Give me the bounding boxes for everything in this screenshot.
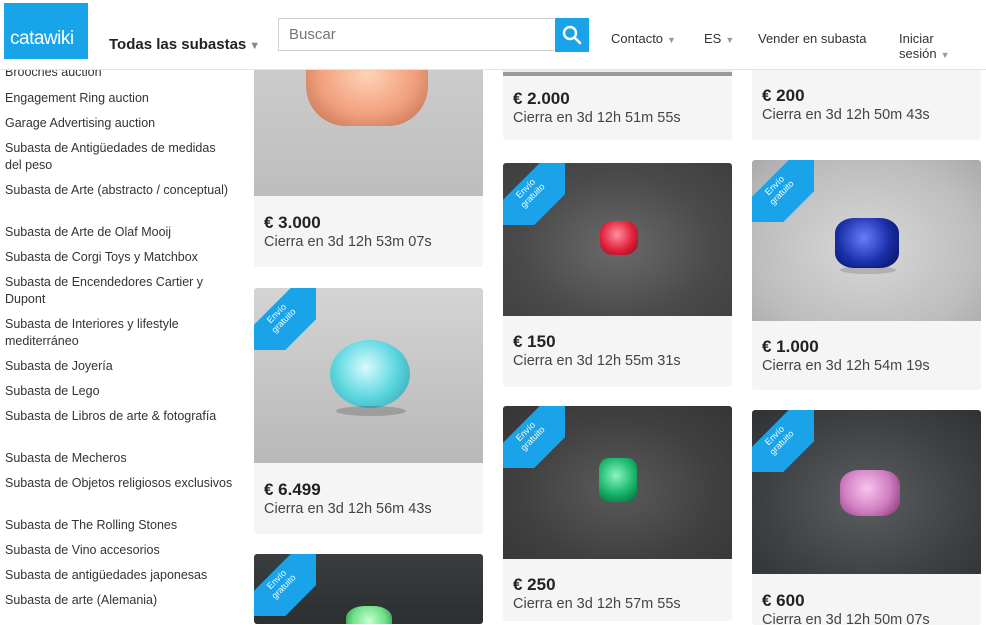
lot-price: € 600 [762, 591, 805, 610]
sidebar-item[interactable]: Engagement Ring auction [5, 90, 235, 107]
chevron-down-icon: ▼ [940, 50, 950, 60]
lot-card[interactable]: Envío gratuito € 600 Cierra en 3d 12h 50m… [752, 410, 981, 625]
search-button[interactable] [555, 18, 589, 52]
nav-sell-label: Vender en subasta [758, 31, 867, 46]
chevron-down-icon: ▼ [667, 35, 676, 45]
sidebar-item[interactable]: Subasta de arte (Alemania) [5, 592, 235, 609]
search-input[interactable] [278, 18, 554, 51]
nav-contact[interactable]: Contacto ▼ [611, 31, 676, 46]
lot-closing-time: Cierra en 3d 12h 54m 19s [762, 358, 930, 374]
sidebar-item[interactable]: Subasta de Interiores y lifestyle medite… [5, 316, 235, 350]
lot-closing-time: Cierra en 3d 12h 57m 55s [513, 596, 681, 612]
nav-login-label: Iniciar sesión [899, 31, 937, 61]
sidebar-item[interactable]: Subasta de Arte (abstracto / conceptual) [5, 182, 235, 199]
nav-login[interactable]: Iniciar sesión ▼ [899, 31, 986, 61]
gem-image [600, 221, 638, 255]
sidebar-item[interactable]: Subasta de Vino accesorios [5, 542, 235, 559]
sidebar-item[interactable]: Subasta de The Rolling Stones [5, 517, 235, 534]
gem-image [835, 218, 899, 268]
sidebar-item[interactable]: Garage Advertising auction [5, 115, 235, 132]
nav-language-label: ES [704, 31, 722, 46]
gem-shadow [840, 266, 896, 274]
gem-image [599, 458, 637, 502]
gem-image [346, 606, 392, 624]
lot-price: € 6.499 [264, 480, 321, 499]
lot-price: € 150 [513, 332, 556, 351]
sidebar-item[interactable]: Subasta de Encendedores Cartier y Dupont [5, 274, 235, 308]
sidebar-item[interactable]: Subasta de antigüedades japonesas [5, 567, 235, 584]
lot-price: € 2.000 [513, 89, 570, 108]
top-header: catawiki Todas las subastas▼ Contacto▼ E… [0, 0, 986, 70]
lot-price: € 250 [513, 575, 556, 594]
lot-closing-time: Cierra en 3d 12h 53m 07s [264, 234, 432, 250]
gem-shadow [336, 406, 406, 416]
chevron-down-icon: ▼ [249, 40, 261, 52]
nav-contact-label: Contacto [611, 31, 664, 46]
lot-price: € 1.000 [762, 337, 819, 356]
gem-image [840, 470, 900, 516]
sidebar-item[interactable]: Subasta de Mecheros [5, 450, 235, 467]
sidebar-item[interactable]: Subasta de Libros de arte & fotografía [5, 408, 235, 425]
lot-closing-time: Cierra en 3d 12h 55m 31s [513, 353, 681, 369]
free-shipping-ribbon: Envío gratuito [503, 406, 565, 468]
logo-text: catawiki [10, 28, 74, 49]
sidebar-item[interactable]: Subasta de Lego [5, 383, 235, 400]
lot-price: € 200 [762, 86, 805, 105]
sidebar-item[interactable]: Subasta de Antigüedades de medidas del p… [5, 140, 235, 174]
lot-card[interactable]: Envío gratuito [254, 554, 483, 624]
free-shipping-ribbon: Envío gratuito [503, 163, 565, 225]
free-shipping-ribbon: Envío gratuito [254, 554, 316, 616]
free-shipping-ribbon: Envío gratuito [254, 288, 316, 350]
lot-closing-time: Cierra en 3d 12h 50m 07s [762, 612, 930, 625]
lot-price: € 3.000 [264, 213, 321, 232]
lot-closing-time: Cierra en 3d 12h 56m 43s [264, 501, 432, 517]
sidebar-item[interactable]: Subasta de Corgi Toys y Matchbox [5, 249, 235, 266]
lot-card[interactable]: Envío gratuito € 1.000 Cierra en 3d 12h 5… [752, 160, 981, 390]
lot-closing-time: Cierra en 3d 12h 50m 43s [762, 107, 930, 123]
lot-closing-time: Cierra en 3d 12h 51m 55s [513, 110, 681, 126]
nav-sell[interactable]: Vender en subasta [758, 31, 866, 46]
sidebar-item[interactable]: Subasta de Objetos religiosos exclusivos [5, 475, 235, 492]
free-shipping-ribbon: Envío gratuito [752, 410, 814, 472]
catawiki-logo[interactable]: catawiki [4, 3, 88, 59]
lot-card[interactable]: Envío gratuito € 6.499 Cierra en 3d 12h 5… [254, 288, 483, 534]
all-auctions-menu[interactable]: Todas las subastas ▼ [109, 36, 260, 53]
chevron-down-icon: ▼ [725, 35, 735, 45]
free-shipping-ribbon: Envío gratuito [752, 160, 814, 222]
sidebar-item[interactable]: Subasta de Joyería [5, 358, 235, 375]
search-icon [562, 25, 582, 45]
nav-language[interactable]: ES ▼ [704, 31, 734, 46]
gem-image [330, 340, 410, 408]
lot-card[interactable]: Envío gratuito € 250 Cierra en 3d 12h 57m… [503, 406, 732, 621]
sidebar-item[interactable]: Subasta de Arte de Olaf Mooij [5, 224, 235, 241]
lot-card[interactable]: Envío gratuito € 150 Cierra en 3d 12h 55m… [503, 163, 732, 387]
all-auctions-label: Todas las subastas [109, 36, 247, 53]
lot-card[interactable]: € 3.000 Cierra en 3d 12h 53m 07s [254, 40, 483, 267]
